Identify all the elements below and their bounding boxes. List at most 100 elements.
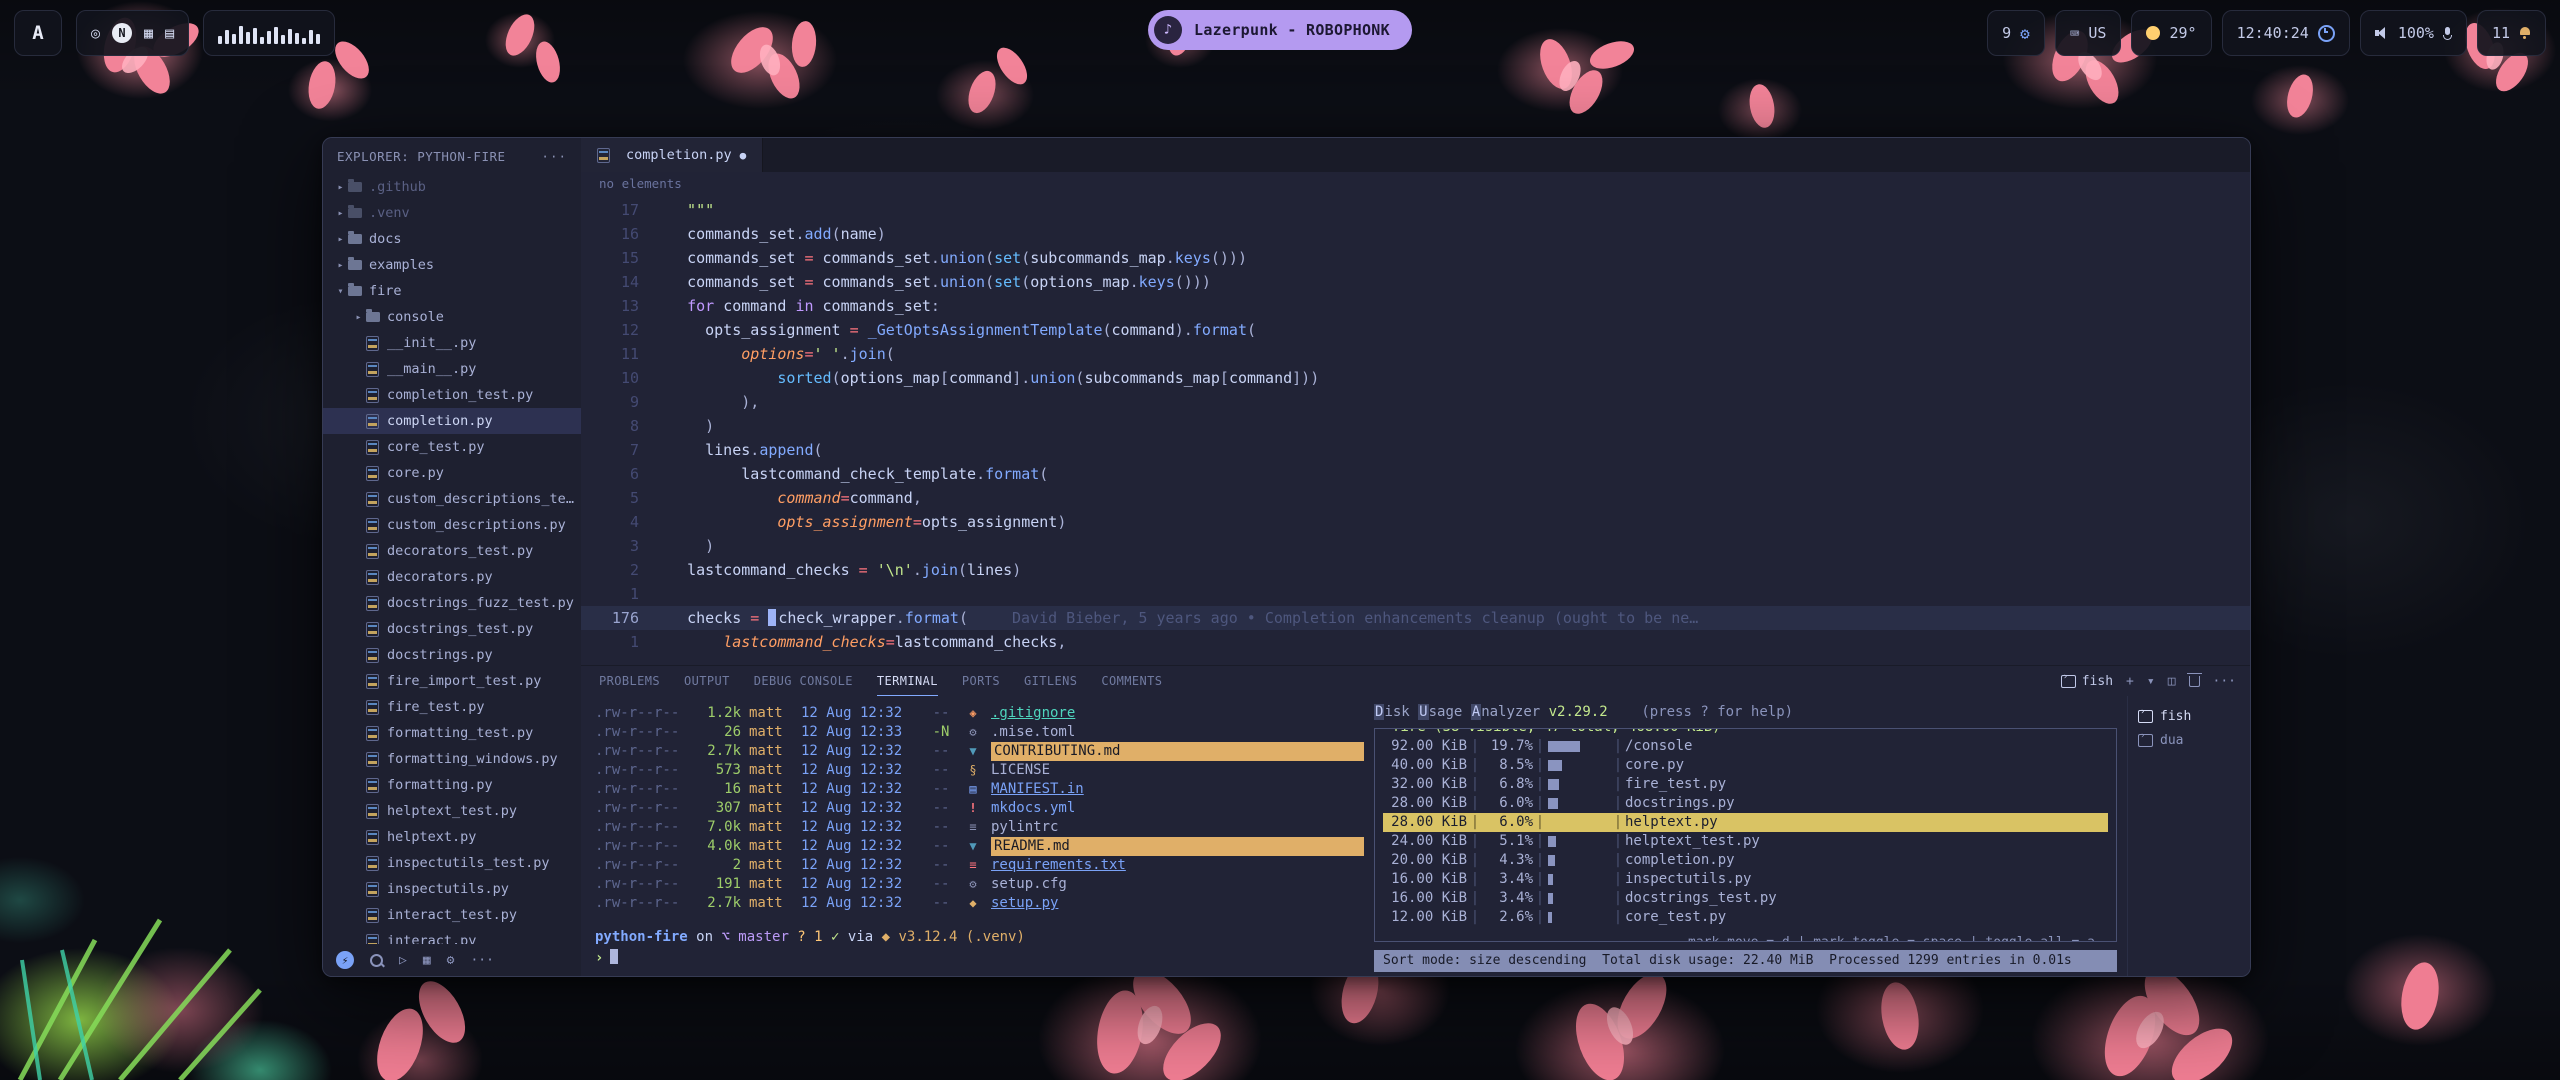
code-line-16[interactable]: 16 commands_set.add(name) [581, 222, 2250, 246]
code-line-176[interactable]: 176 checks = check_wrapper.format(David … [581, 606, 2250, 630]
explorer-more-icon[interactable]: ··· [541, 149, 567, 164]
volume-widget[interactable]: 100% [2360, 10, 2467, 56]
dua-row-fire_test.py[interactable]: 32.00 KiB|6.8%||fire_test.py [1383, 775, 2108, 794]
workspace-indicator[interactable]: 9 ⚙ [1987, 10, 2045, 56]
shell-input-line[interactable]: › [595, 949, 1364, 966]
dua-row-completion.py[interactable]: 20.00 KiB|4.3%||completion.py [1383, 851, 2108, 870]
search-icon[interactable] [370, 954, 383, 967]
ellipsis-icon[interactable]: ··· [470, 953, 493, 968]
tree-item-console[interactable]: ▸console [323, 304, 581, 330]
code-line-4[interactable]: 4 opts_assignment=opts_assignment) [581, 510, 2250, 534]
dua-row-inspectutils.py[interactable]: 16.00 KiB|3.4%||inspectutils.py [1383, 870, 2108, 889]
code-line-1[interactable]: 1 [581, 582, 2250, 606]
dua-row-helptext_test.py[interactable]: 24.00 KiB|5.1%||helptext_test.py [1383, 832, 2108, 851]
code-line-14[interactable]: 14 commands_set = commands_set.union(set… [581, 270, 2250, 294]
code-line-3[interactable]: 3 ) [581, 534, 2250, 558]
tree-item-__init__.py[interactable]: __init__.py [323, 330, 581, 356]
panel-tab-output[interactable]: OUTPUT [684, 667, 730, 696]
dua-row-docstrings_test.py[interactable]: 16.00 KiB|3.4%||docstrings_test.py [1383, 889, 2108, 908]
tree-item-inspectutils_test.py[interactable]: inspectutils_test.py [323, 850, 581, 876]
screen-record-icon[interactable]: ◎ [91, 24, 100, 42]
chevron-down-icon[interactable]: ▾ [2147, 674, 2155, 689]
tree-item-docstrings.py[interactable]: docstrings.py [323, 642, 581, 668]
tree-item-fire_import_test.py[interactable]: fire_import_test.py [323, 668, 581, 694]
code-line-7[interactable]: 7 lines.append( [581, 438, 2250, 462]
terminal-fish-pane[interactable]: .rw-r--r--1.2kmatt12 Aug 12:32--◈.gitign… [581, 696, 1364, 976]
terminal-list-item-fish[interactable]: fish [2128, 704, 2250, 728]
code-line-9[interactable]: 9 ), [581, 390, 2250, 414]
code-line-12[interactable]: 12 opts_assignment = _GetOptsAssignmentT… [581, 318, 2250, 342]
tree-item-completion.py[interactable]: completion.py [323, 408, 581, 434]
tree-item-helptext_test.py[interactable]: helptext_test.py [323, 798, 581, 824]
tree-item-inspectutils.py[interactable]: inspectutils.py [323, 876, 581, 902]
dua-row-docstrings.py[interactable]: 28.00 KiB|6.0%||docstrings.py [1383, 794, 2108, 813]
terminal-list-item-dua[interactable]: dua [2128, 728, 2250, 752]
panel-tab-comments[interactable]: COMMENTS [1101, 667, 1162, 696]
tree-item-fire[interactable]: ▾fire [323, 278, 581, 304]
tree-item-decorators_test.py[interactable]: decorators_test.py [323, 538, 581, 564]
code-line-2[interactable]: 2 lastcommand_checks = '\n'.join(lines) [581, 558, 2250, 582]
settings-gear-icon[interactable]: ⚙ [447, 953, 455, 968]
line-number: 13 [581, 294, 639, 318]
tab-completion-py[interactable]: completion.py ● [581, 138, 763, 172]
launcher-button[interactable]: A [14, 10, 62, 56]
tree-item-.github[interactable]: ▸.github [323, 174, 581, 200]
code-line-13[interactable]: 13 for command in commands_set: [581, 294, 2250, 318]
tree-item-examples[interactable]: ▸examples [323, 252, 581, 278]
terminal-profile-chip[interactable]: fish [2061, 674, 2113, 689]
code-line-1[interactable]: 1 lastcommand_checks=lastcommand_checks, [581, 630, 2250, 654]
notion-icon[interactable]: N [112, 23, 132, 43]
notifications-widget[interactable]: 11 [2477, 10, 2546, 56]
tree-item-core_test.py[interactable]: core_test.py [323, 434, 581, 460]
kill-terminal-icon[interactable] [2189, 676, 2200, 687]
weather-widget[interactable]: 29° [2131, 10, 2211, 56]
tree-item-helptext.py[interactable]: helptext.py [323, 824, 581, 850]
tree-item-formatting_windows.py[interactable]: formatting_windows.py [323, 746, 581, 772]
dua-row-helptext.py[interactable]: 28.00 KiB|6.0%||helptext.py [1383, 813, 2108, 832]
tree-item-completion_test.py[interactable]: completion_test.py [323, 382, 581, 408]
tree-item-.venv[interactable]: ▸.venv [323, 200, 581, 226]
code-line-8[interactable]: 8 ) [581, 414, 2250, 438]
tree-item-__main__.py[interactable]: __main__.py [323, 356, 581, 382]
remote-icon[interactable]: ⚡ [336, 951, 354, 969]
code-line-10[interactable]: 10 sorted(options_map[command].union(sub… [581, 366, 2250, 390]
notes-icon[interactable]: ▤ [165, 24, 174, 42]
dua-row-/console[interactable]: 92.00 KiB|19.7%||/console [1383, 737, 2108, 756]
tree-item-docstrings_fuzz_test.py[interactable]: docstrings_fuzz_test.py [323, 590, 581, 616]
panel-tab-problems[interactable]: PROBLEMS [599, 667, 660, 696]
clock-widget[interactable]: 12:40:24 [2222, 10, 2350, 56]
code-line-15[interactable]: 15 commands_set = commands_set.union(set… [581, 246, 2250, 270]
panel-tab-debug-console[interactable]: DEBUG CONSOLE [754, 667, 853, 696]
code-line-17[interactable]: 17 """ [581, 198, 2250, 222]
dua-row-core.py[interactable]: 40.00 KiB|8.5%||core.py [1383, 756, 2108, 775]
keyboard-layout-widget[interactable]: ⌨ US [2055, 10, 2122, 56]
code-editor[interactable]: 17 """16 commands_set.add(name)15 comman… [581, 196, 2250, 665]
now-playing-widget[interactable]: ♪ Lazerpunk - ROBOPHONK [1148, 10, 1412, 50]
code-line-6[interactable]: 6 lastcommand_check_template.format( [581, 462, 2250, 486]
code-line-5[interactable]: 5 command=command, [581, 486, 2250, 510]
panel-tab-gitlens[interactable]: GITLENS [1024, 667, 1077, 696]
extensions-icon[interactable]: ▦ [423, 953, 431, 968]
modified-dot-icon[interactable]: ● [740, 149, 747, 162]
debug-icon[interactable]: ▷ [399, 953, 407, 968]
panel-tab-ports[interactable]: PORTS [962, 667, 1000, 696]
new-terminal-button[interactable]: + [2126, 674, 2134, 689]
split-terminal-icon[interactable]: ◫ [2168, 674, 2176, 689]
tree-item-docstrings_test.py[interactable]: docstrings_test.py [323, 616, 581, 642]
tree-item-core.py[interactable]: core.py [323, 460, 581, 486]
tree-item-fire_test.py[interactable]: fire_test.py [323, 694, 581, 720]
panel-more-icon[interactable]: ··· [2213, 674, 2236, 689]
panel-tab-terminal[interactable]: TERMINAL [877, 667, 938, 696]
dua-row-core_test.py[interactable]: 12.00 KiB|2.6%||core_test.py [1383, 908, 2108, 927]
tree-item-formatting.py[interactable]: formatting.py [323, 772, 581, 798]
tree-item-interact_test.py[interactable]: interact_test.py [323, 902, 581, 928]
tree-item-custom_descriptions_test.py[interactable]: custom_descriptions_test.py [323, 486, 581, 512]
tree-item-docs[interactable]: ▸docs [323, 226, 581, 252]
tree-item-custom_descriptions.py[interactable]: custom_descriptions.py [323, 512, 581, 538]
apps-grid-icon[interactable]: ▦ [144, 24, 153, 42]
tree-item-formatting_test.py[interactable]: formatting_test.py [323, 720, 581, 746]
tree-item-interact.py[interactable]: interact.py [323, 928, 581, 944]
code-line-11[interactable]: 11 options=' '.join( [581, 342, 2250, 366]
tree-item-decorators.py[interactable]: decorators.py [323, 564, 581, 590]
terminal-dua-pane[interactable]: Disk Usage Analyzer v2.29.2 (press ? for… [1364, 696, 2127, 976]
